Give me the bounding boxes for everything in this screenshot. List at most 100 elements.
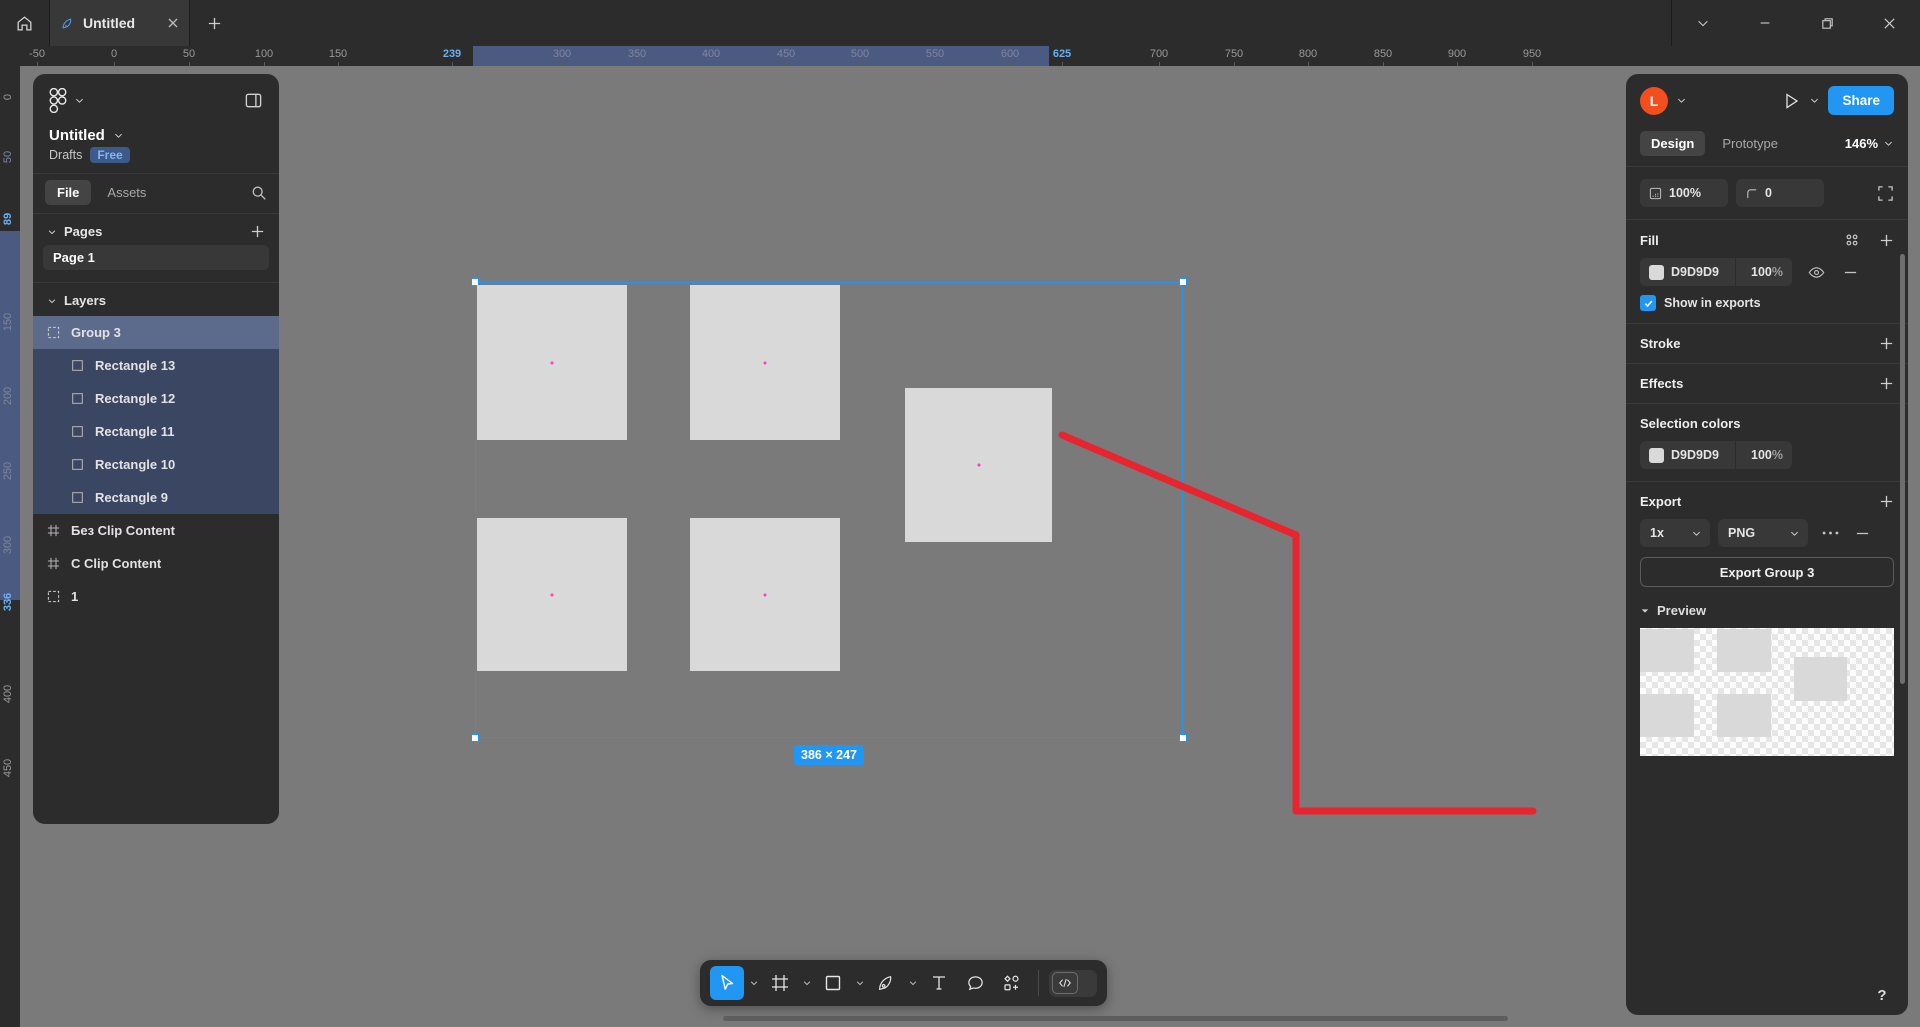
ruler-tick: 800: [1298, 48, 1318, 60]
plus-icon[interactable]: [1879, 336, 1894, 351]
layer-row[interactable]: Rectangle 11: [33, 415, 279, 448]
ellipsis-icon[interactable]: [1822, 530, 1839, 536]
move-tool-caret[interactable]: [746, 978, 761, 988]
selection-color-field[interactable]: D9D9D9 100 %: [1640, 441, 1792, 469]
chevron-down-icon[interactable]: [1883, 138, 1894, 149]
titlebar-menu-button[interactable]: [1672, 0, 1734, 46]
tab-assets[interactable]: Assets: [95, 180, 158, 205]
canvas-horizontal-scrollbar[interactable]: [723, 1016, 1508, 1021]
fill-color-field[interactable]: D9D9D9 100 %: [1640, 258, 1792, 286]
plus-icon[interactable]: [1879, 376, 1894, 391]
right-panel-scrollbar[interactable]: [1900, 254, 1905, 684]
canvas-rectangle[interactable]: [690, 285, 840, 440]
fill-color-left[interactable]: D9D9D9: [1640, 264, 1728, 280]
avatar[interactable]: L: [1640, 86, 1668, 115]
chevron-down-icon[interactable]: [1676, 95, 1687, 106]
file-tab[interactable]: Untitled: [50, 0, 190, 46]
window-close-button[interactable]: [1858, 0, 1920, 46]
frame-tool-caret[interactable]: [799, 978, 814, 988]
show-in-exports-checkbox[interactable]: [1640, 295, 1656, 311]
plus-icon[interactable]: [1879, 494, 1894, 509]
dev-mode-toggle[interactable]: [1049, 969, 1097, 997]
figma-logo-icon[interactable]: [49, 88, 67, 113]
selection-bounds[interactable]: 386 × 247: [471, 278, 1187, 765]
stroke-section: Stroke: [1626, 324, 1908, 364]
chevron-down-icon[interactable]: [47, 227, 57, 237]
file-tab-label: Untitled: [83, 15, 136, 31]
layer-row[interactable]: Без Clip Content: [33, 514, 279, 547]
actions-tool[interactable]: [994, 966, 1028, 1000]
layer-row[interactable]: Group 3: [33, 316, 279, 349]
layer-row[interactable]: Rectangle 12: [33, 382, 279, 415]
file-title-row[interactable]: Untitled: [49, 127, 263, 144]
export-format-select[interactable]: PNG: [1718, 519, 1808, 547]
chevron-down-icon[interactable]: [113, 130, 124, 141]
close-icon[interactable]: [167, 17, 179, 29]
tab-prototype[interactable]: Prototype: [1711, 131, 1789, 156]
layer-row[interactable]: Rectangle 9: [33, 481, 279, 514]
play-icon[interactable]: [1781, 91, 1801, 111]
chevron-down-icon[interactable]: [47, 296, 57, 306]
minimize-button[interactable]: [1734, 0, 1796, 46]
selection-color-left[interactable]: D9D9D9: [1640, 447, 1728, 463]
shape-tool-caret[interactable]: [852, 978, 867, 988]
export-group-button[interactable]: Export Group 3: [1640, 557, 1894, 587]
ruler-tick: 100: [254, 48, 274, 60]
selection-opacity-group[interactable]: 100 %: [1742, 448, 1792, 462]
layer-row[interactable]: Rectangle 13: [33, 349, 279, 382]
zoom-control[interactable]: 146%: [1845, 136, 1894, 151]
canvas-rectangle[interactable]: [690, 518, 840, 671]
chevron-down-icon[interactable]: [1809, 95, 1820, 106]
share-button[interactable]: Share: [1828, 86, 1894, 115]
preview-rectangle: [1793, 657, 1847, 701]
search-icon[interactable]: [251, 185, 267, 201]
home-button[interactable]: [0, 0, 50, 46]
frame-tool[interactable]: [763, 966, 797, 1000]
show-in-exports-row[interactable]: Show in exports: [1640, 295, 1894, 311]
resize-handle-top-right[interactable]: [1179, 278, 1187, 286]
color-swatch[interactable]: [1649, 447, 1664, 463]
plus-icon[interactable]: [1879, 233, 1894, 248]
chevron-down-icon[interactable]: [74, 95, 85, 106]
tab-design[interactable]: Design: [1640, 131, 1706, 156]
plus-icon[interactable]: [250, 224, 265, 239]
group-icon: [47, 590, 61, 604]
layers-section-header: Layers: [33, 283, 279, 314]
layer-row-label: 1: [71, 589, 79, 604]
styles-grid-icon[interactable]: [1844, 232, 1860, 248]
ruler-tick: 150: [328, 48, 348, 60]
move-tool[interactable]: [710, 966, 744, 1000]
pen-tool[interactable]: [869, 966, 903, 1000]
canvas-rectangle[interactable]: [477, 518, 627, 671]
canvas-rectangle[interactable]: [905, 388, 1052, 542]
tab-file[interactable]: File: [45, 180, 92, 205]
corner-radius-field[interactable]: 0: [1736, 179, 1824, 207]
text-tool[interactable]: [922, 966, 956, 1000]
preview-header[interactable]: Preview: [1640, 603, 1894, 618]
minus-icon[interactable]: [1855, 526, 1870, 541]
panel-toggle-icon[interactable]: [244, 91, 263, 110]
effects-section: Effects: [1626, 364, 1908, 404]
color-swatch[interactable]: [1649, 264, 1664, 280]
drafts-label[interactable]: Drafts: [49, 148, 82, 162]
page-item-page-1[interactable]: Page 1: [43, 245, 269, 270]
layer-row[interactable]: С Clip Content: [33, 547, 279, 580]
resize-handle-bottom-right[interactable]: [1179, 734, 1187, 742]
minus-icon[interactable]: [1843, 265, 1858, 280]
layer-row[interactable]: 1: [33, 580, 279, 613]
independent-corners-icon[interactable]: [1877, 185, 1894, 202]
opacity-field[interactable]: 100%: [1640, 179, 1728, 207]
layer-row[interactable]: Rectangle 10: [33, 448, 279, 481]
page-title: Untitled: [49, 127, 105, 144]
comment-tool[interactable]: [958, 966, 992, 1000]
resize-handle-bottom-left[interactable]: [471, 734, 479, 742]
eye-icon[interactable]: [1808, 264, 1825, 281]
export-scale-select[interactable]: 1x: [1640, 519, 1710, 547]
shape-tool[interactable]: [816, 966, 850, 1000]
help-button[interactable]: ?: [1869, 982, 1895, 1008]
canvas-rectangle[interactable]: [477, 285, 627, 440]
fill-opacity-group[interactable]: 100 %: [1742, 265, 1792, 279]
new-tab-button[interactable]: [190, 0, 238, 46]
pen-tool-caret[interactable]: [905, 978, 920, 988]
restore-button[interactable]: [1796, 0, 1858, 46]
